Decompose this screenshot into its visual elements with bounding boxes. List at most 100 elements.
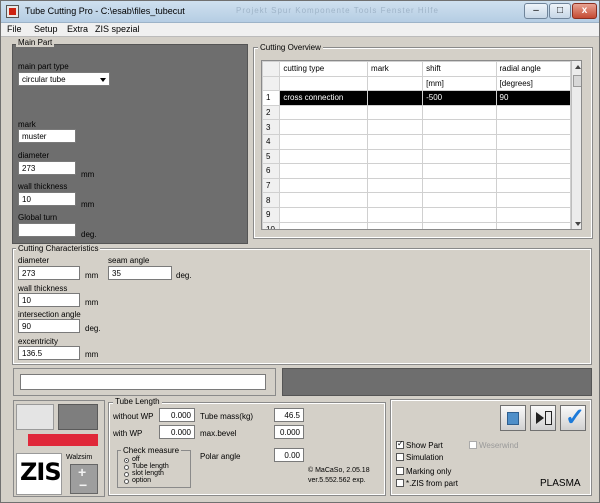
table-row[interactable]: 1 cross connection -500 90 [262, 90, 572, 106]
row-header[interactable]: 7 [262, 177, 281, 194]
cell-shift[interactable] [422, 192, 497, 208]
cell-radial-angle[interactable]: 90 [495, 90, 572, 106]
export-part-button[interactable] [530, 405, 556, 431]
cell-cutting-type[interactable] [279, 133, 369, 150]
cell-cutting-type[interactable] [279, 163, 369, 179]
show-part-checkbox[interactable] [396, 439, 404, 449]
cell-shift[interactable] [422, 148, 497, 165]
cell-cutting-type[interactable] [279, 221, 369, 229]
row-header[interactable]: 4 [262, 133, 281, 150]
table-row[interactable]: 6 [262, 163, 572, 179]
cell-shift[interactable] [422, 221, 497, 229]
cell-radial-angle[interactable] [495, 177, 572, 194]
cell-mark[interactable] [367, 104, 424, 121]
menu-file[interactable]: File [7, 24, 22, 34]
cell-mark[interactable] [367, 221, 424, 229]
zis-from-part-checkbox[interactable] [396, 479, 404, 487]
col-header-cutting-type[interactable]: cutting type [279, 61, 369, 77]
diameter-input[interactable]: 273 [18, 161, 76, 175]
simulation-checkbox[interactable] [396, 453, 404, 461]
main-part-type-select[interactable]: circular tube [18, 72, 110, 86]
table-row[interactable]: 7 [262, 177, 572, 194]
table-scrollbar[interactable] [571, 61, 581, 229]
cell-mark[interactable] [367, 90, 424, 106]
cell-radial-angle[interactable] [495, 221, 572, 229]
radio-slot-length[interactable] [124, 472, 129, 477]
marking-only-checkbox[interactable] [396, 467, 404, 475]
cell-mark[interactable] [367, 206, 424, 223]
radio-off[interactable] [124, 458, 129, 463]
wall-thickness-input[interactable]: 10 [18, 192, 76, 206]
cell-shift[interactable] [422, 119, 497, 135]
table-row[interactable]: 3 [262, 119, 572, 135]
cell-radial-angle[interactable] [495, 192, 572, 208]
cell-radial-angle[interactable] [495, 206, 572, 223]
seam-angle-input[interactable]: 35 [108, 266, 172, 280]
excentricity-input[interactable]: 136.5 [18, 346, 80, 360]
row-header[interactable]: 6 [262, 163, 281, 179]
cell-radial-angle[interactable] [495, 163, 572, 179]
cell-radial-angle[interactable] [495, 133, 572, 150]
cell-radial-angle[interactable] [495, 148, 572, 165]
cell-cutting-type[interactable] [279, 148, 369, 165]
cell-shift[interactable] [422, 133, 497, 150]
cell-shift[interactable] [422, 177, 497, 194]
menu-extra[interactable]: Extra [67, 24, 88, 34]
cell-mark[interactable] [367, 133, 424, 150]
polar-angle-input[interactable]: 0.00 [274, 448, 304, 462]
scroll-down-icon[interactable] [575, 222, 581, 226]
table-row[interactable]: 9 [262, 206, 572, 223]
cell-radial-angle[interactable] [495, 119, 572, 135]
table-row[interactable]: 8 [262, 192, 572, 208]
walzsim-button[interactable]: + − [70, 464, 98, 494]
col-header-shift[interactable]: shift [422, 61, 497, 77]
row-header[interactable]: 8 [262, 192, 281, 208]
table-row[interactable]: 10 [262, 221, 572, 229]
cell-shift[interactable] [422, 163, 497, 179]
cell-mark[interactable] [367, 163, 424, 179]
cell-mark[interactable] [367, 177, 424, 194]
cell-cutting-type[interactable] [279, 119, 369, 135]
with-wp-input[interactable]: 0.000 [159, 425, 195, 439]
cell-mark[interactable] [367, 148, 424, 165]
row-header[interactable]: 5 [262, 148, 281, 165]
row-header[interactable]: 10 [262, 221, 281, 229]
without-wp-input[interactable]: 0.000 [159, 408, 195, 422]
cell-shift[interactable] [422, 104, 497, 121]
load-part-button[interactable] [500, 405, 526, 431]
row-header[interactable]: 1 [262, 90, 281, 106]
col-header-mark[interactable]: mark [367, 61, 424, 77]
cell-mark[interactable] [367, 192, 424, 208]
cell-cutting-type[interactable] [279, 177, 369, 194]
table-row[interactable]: 2 [262, 104, 572, 121]
scroll-thumb[interactable] [573, 75, 581, 87]
cell-shift[interactable]: -500 [422, 90, 497, 106]
cell-cutting-type[interactable] [279, 104, 369, 121]
cell-cutting-type[interactable]: cross connection [279, 90, 369, 106]
table-row[interactable]: 4 [262, 133, 572, 150]
close-button[interactable]: x [572, 3, 597, 19]
radio-option[interactable] [124, 479, 129, 484]
table-row[interactable]: 5 [262, 148, 572, 165]
cc-diameter-input[interactable]: 273 [18, 266, 80, 280]
menu-zis-spezial[interactable]: ZIS spezial [95, 24, 140, 34]
accept-button[interactable]: ✓ [560, 404, 586, 431]
row-header[interactable]: 9 [262, 206, 281, 223]
maximize-button[interactable]: □ [549, 3, 571, 19]
cell-shift[interactable] [422, 206, 497, 223]
minimize-button[interactable]: – [524, 3, 548, 19]
cell-radial-angle[interactable] [495, 104, 572, 121]
menu-setup[interactable]: Setup [34, 24, 58, 34]
col-header-radial-angle[interactable]: radial angle [495, 61, 572, 77]
row-header[interactable]: 2 [262, 104, 281, 121]
scroll-up-icon[interactable] [575, 65, 581, 69]
cell-mark[interactable] [367, 119, 424, 135]
intersection-angle-input[interactable]: 90 [18, 319, 80, 333]
title-bar[interactable]: Tube Cutting Pro - C:\esab\files_tubecut… [1, 1, 599, 23]
cell-cutting-type[interactable] [279, 206, 369, 223]
weserwind-checkbox[interactable] [469, 441, 477, 449]
global-turn-input[interactable] [18, 223, 76, 237]
radio-tube-length[interactable] [124, 465, 129, 470]
mark-input[interactable]: muster [18, 129, 76, 143]
row-header[interactable]: 3 [262, 119, 281, 135]
